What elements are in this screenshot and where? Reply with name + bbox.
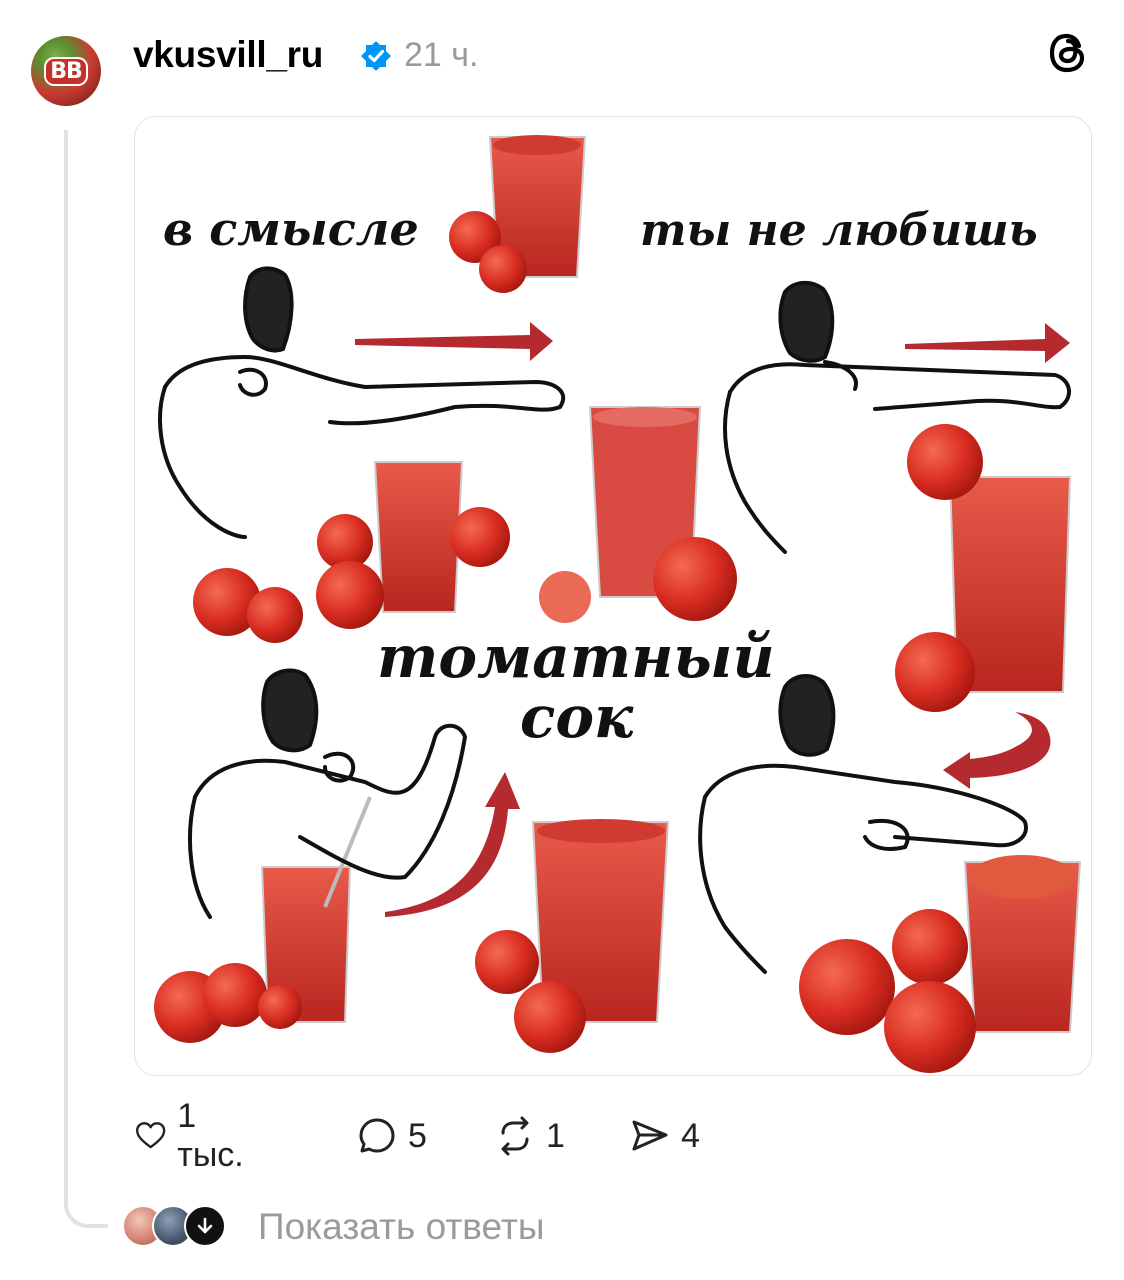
juice-glass-left — [373, 461, 464, 613]
meme-text-center-2: сок — [520, 683, 634, 751]
heart-icon — [135, 1122, 166, 1149]
post-time: 21 ч. — [404, 36, 479, 74]
like-button[interactable]: 1 тыс. — [134, 1097, 252, 1174]
juice-glass-bottom-right — [963, 855, 1082, 1033]
comment-button[interactable]: 5 — [356, 1112, 427, 1160]
threads-logo-icon[interactable] — [1046, 30, 1092, 76]
repost-icon — [501, 1116, 529, 1156]
avatar[interactable]: BB — [31, 36, 101, 106]
comment-icon — [359, 1118, 395, 1153]
meme-text-center-1: томатный — [377, 623, 775, 691]
username[interactable]: vkusvill_ru — [133, 34, 323, 76]
meme-text-top-right: ты не любишь — [640, 205, 1038, 256]
avatar-logo-text: BB — [44, 56, 88, 86]
show-replies-link[interactable]: Показать ответы — [258, 1206, 544, 1248]
post-image[interactable]: в смысле ты не любишь томатный сок — [134, 116, 1092, 1076]
verified-badge-icon — [361, 41, 391, 71]
expand-down-icon — [184, 1205, 226, 1247]
share-button[interactable]: 4 — [629, 1112, 700, 1160]
repost-count: 1 — [546, 1116, 565, 1155]
meme-illustration: в смысле ты не любишь томатный сок — [154, 135, 1082, 1073]
share-count: 4 — [681, 1116, 700, 1155]
like-count: 1 тыс. — [177, 1097, 244, 1174]
repost-button[interactable]: 1 — [494, 1112, 565, 1160]
meme-text-top-left: в смысле — [163, 202, 419, 256]
thread-line-curve — [64, 1190, 108, 1228]
share-icon — [632, 1120, 668, 1151]
thread-line — [64, 130, 68, 1200]
comment-count: 5 — [408, 1116, 427, 1155]
